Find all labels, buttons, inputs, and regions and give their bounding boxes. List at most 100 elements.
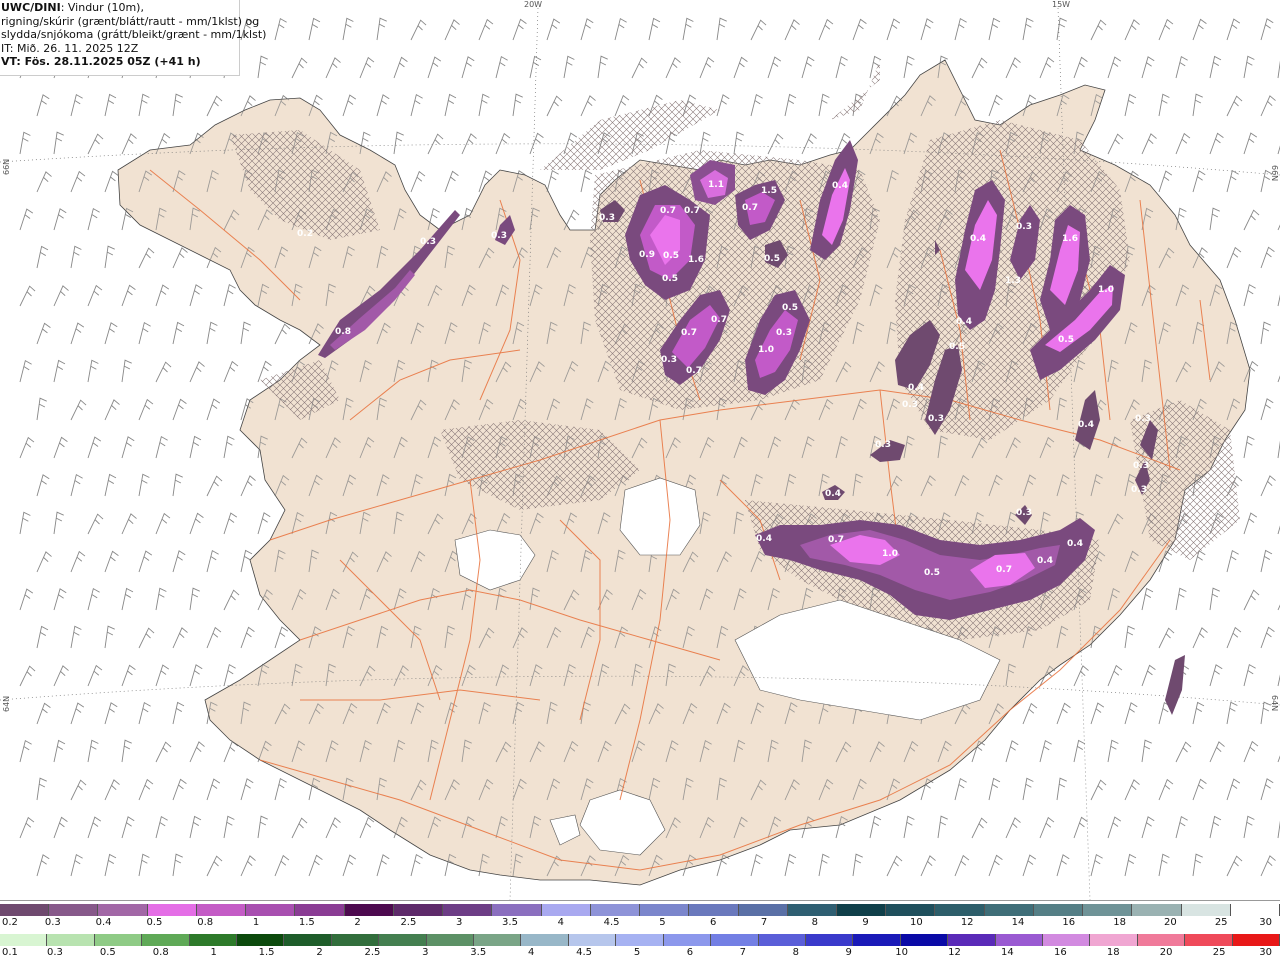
legend-label: 8 xyxy=(792,947,799,958)
precip-value-label: 0.3 xyxy=(420,237,436,247)
label-64n-right: 64N xyxy=(1270,695,1279,711)
legend-swatch xyxy=(836,904,887,916)
precip-value-label: 0.3 xyxy=(599,213,615,223)
legend-swatch xyxy=(344,904,394,916)
legend-label: 9 xyxy=(845,947,852,958)
legend-swatch xyxy=(616,934,664,946)
legend-label: 10 xyxy=(895,947,908,958)
precip-value-label: 0.4 xyxy=(756,534,772,544)
legend-snow-labels: 0.2 0.3 0.4 0.5 0.8 1 1.5 2 2.5 3 3.5 4 4.5 5 6 7 8 9 10 12… xyxy=(0,917,1280,930)
legend-swatch xyxy=(738,904,788,916)
legend-swatch xyxy=(1083,904,1133,916)
legend-swatch xyxy=(1185,934,1233,946)
legend-swatch xyxy=(984,904,1034,916)
info-init-time: IT: Mið. 26. 11. 2025 12Z xyxy=(1,41,139,55)
legend-label: 1.5 xyxy=(258,947,275,958)
precip-value-label: 1.1 xyxy=(708,180,724,190)
legend-swatch xyxy=(900,934,949,946)
precip-value-label: 0.4 xyxy=(1067,539,1083,549)
legend-swatch xyxy=(1090,934,1138,946)
legend-swatch xyxy=(886,904,936,916)
precip-value-label: 0.4 xyxy=(825,489,841,499)
precip-value-label: 0.4 xyxy=(956,317,972,327)
label-66n-right: 66N xyxy=(1270,165,1279,181)
legend-label: 4.5 xyxy=(603,917,620,928)
legend-swatch xyxy=(1042,934,1091,946)
legend-label: 1 xyxy=(252,917,260,928)
legend-label: 0.3 xyxy=(44,917,61,928)
legend-swatch xyxy=(331,934,380,946)
legend-label: 25 xyxy=(1212,947,1226,958)
legend-swatch xyxy=(492,904,542,916)
precip-value-label: 0.4 xyxy=(1078,420,1094,430)
legend-swatch xyxy=(663,934,712,946)
precip-value-label: 0.5 xyxy=(924,568,940,578)
precip-value-label: 0.3 xyxy=(1133,461,1149,471)
legend-label: 14 xyxy=(1011,917,1025,928)
precip-value-label: 0.5 xyxy=(782,303,798,313)
legend-label: 0.2 xyxy=(2,917,18,928)
label-64n-left: 64N xyxy=(2,696,11,712)
precip-value-label: 1.6 xyxy=(1062,234,1078,244)
legend-swatch xyxy=(379,934,427,946)
legend-swatch xyxy=(142,934,190,946)
precip-value-label: 1.0 xyxy=(1098,285,1114,295)
precip-value-label: 0.8 xyxy=(335,327,351,337)
legend-swatch xyxy=(640,904,690,916)
label-15w: 15W xyxy=(1052,0,1070,9)
legend-label: 30 xyxy=(1259,917,1272,928)
precip-value-label: 0.5 xyxy=(764,254,780,264)
label-20w: 20W xyxy=(524,0,542,9)
legend-label: 0.8 xyxy=(152,947,169,958)
legend-swatch xyxy=(0,904,50,916)
legend-label: 16 xyxy=(1053,947,1067,958)
legend-swatch xyxy=(1033,904,1084,916)
precip-value-label: 0.3 xyxy=(1131,485,1147,495)
legend-swatch xyxy=(711,934,759,946)
legend-swatch xyxy=(1232,934,1280,946)
legend-label: 4.5 xyxy=(576,947,593,958)
legend-label: 2 xyxy=(354,917,361,928)
legend-label: 10 xyxy=(910,917,923,928)
model-name: UWC/DINI xyxy=(1,1,61,14)
info-snow-line: slydda/snjókoma (grátt/bleikt/grænt - mm… xyxy=(1,28,267,41)
info-valid-time: VT: Fös. 28.11.2025 05Z (+41 h) xyxy=(1,55,201,68)
precip-value-label: 0.7 xyxy=(681,328,697,338)
precip-value-label: 1.0 xyxy=(758,345,774,355)
title-rest: : Vindur (10m), xyxy=(60,1,144,14)
legend-label: 8 xyxy=(811,917,818,928)
legend-label: 20 xyxy=(1159,947,1173,958)
legend-swatch xyxy=(948,934,996,946)
precip-value-label: 0.3 xyxy=(776,328,792,338)
legend-label: 0.3 xyxy=(46,947,63,958)
precip-value-label: 1.5 xyxy=(761,186,777,196)
hofsjokull xyxy=(619,477,701,556)
legend-swatch xyxy=(805,934,854,946)
legend-label: 12 xyxy=(948,947,961,958)
legend-label: 0.5 xyxy=(146,917,163,928)
legend-label: 3.5 xyxy=(470,947,487,958)
legend-snow: 0.2 0.3 0.4 0.5 0.8 1 1.5 2 2.5 3 3.5 4 4.5 5 6 7 8 9 10 12… xyxy=(0,901,1280,931)
legend-rain: 0.1 0.3 0.5 0.8 1 1.5 2 2.5 3 3.5 4 4.5 5 6 7 8 9 10 12 14 1… xyxy=(0,931,1280,961)
legend-swatch xyxy=(758,934,806,946)
legend-swatch xyxy=(189,934,238,946)
precip-value-label: 0.4 xyxy=(832,181,848,191)
legend-label: 4 xyxy=(527,947,535,958)
legend-label: 0.8 xyxy=(197,917,214,928)
legend-label: 9 xyxy=(862,917,869,928)
legend-label: 14 xyxy=(1001,947,1014,958)
precip-value-label: 0.2 xyxy=(297,229,313,239)
legend-rain-bar xyxy=(0,934,1280,946)
legend-swatch xyxy=(443,904,493,916)
legend-label: 2.5 xyxy=(364,947,381,958)
legend-label: 0.1 xyxy=(2,947,18,958)
legend-label: 3.5 xyxy=(502,917,518,928)
legend-swatch xyxy=(98,904,148,916)
legend-swatch xyxy=(590,904,641,916)
legend-swatch xyxy=(689,904,739,916)
precip-value-label: 0.7 xyxy=(660,206,676,216)
legend-swatch xyxy=(935,904,985,916)
legend-rain-labels: 0.1 0.3 0.5 0.8 1 1.5 2 2.5 3 3.5 4 4.5 5 6 7 8 9 10 12 14 1… xyxy=(0,947,1280,960)
legend-label: 18 xyxy=(1113,917,1126,928)
legend-label: 18 xyxy=(1106,947,1120,958)
